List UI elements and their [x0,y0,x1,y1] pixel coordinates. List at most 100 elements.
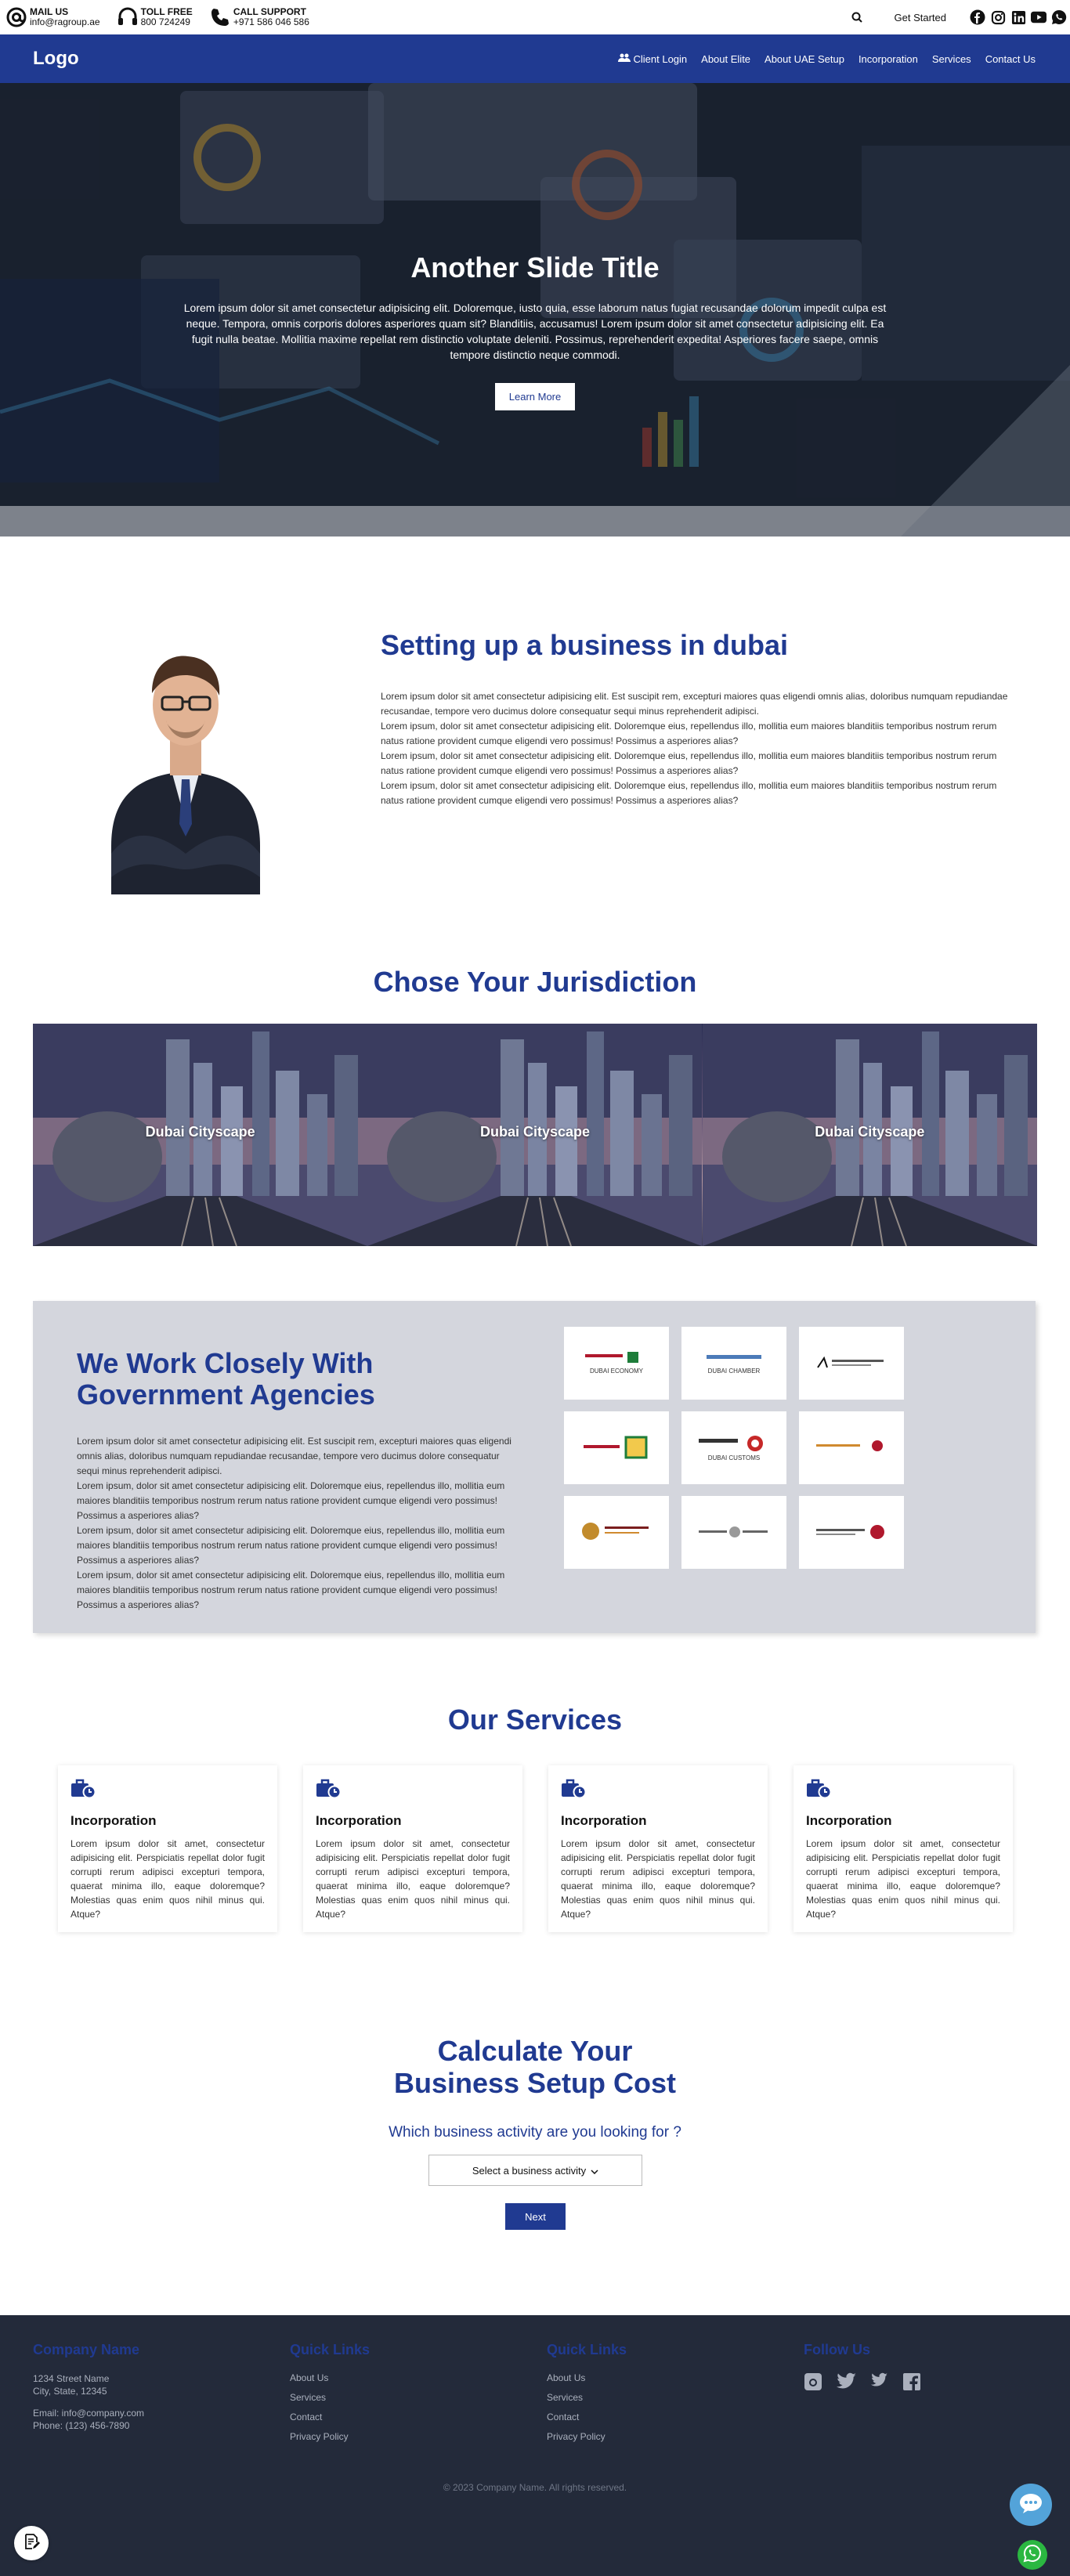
calculator-title-line1: Calculate Your [437,2035,633,2067]
service-name: Incorporation [806,1813,892,1828]
setup-paragraph: Lorem ipsum, dolor sit amet consectetur … [381,721,997,746]
users-icon [617,53,631,65]
service-card[interactable]: Incorporation Lorem ipsum dolor sit amet… [548,1765,768,1932]
footer-social-icons [804,2372,921,2395]
setup-text: Lorem ipsum dolor sit amet consectetur a… [381,689,1018,808]
phone-icon [207,4,233,31]
agency-logo [799,1496,904,1569]
government-paragraph: Lorem ipsum, dolor sit amet consectetur … [77,1570,505,1610]
jurisdiction-label: Dubai Cityscape [145,1124,255,1140]
instagram-icon[interactable] [804,2372,822,2395]
dubai-economy-logo: DUBAI ECONOMY [564,1327,669,1400]
hero-text: Lorem ipsum dolor sit amet consectetur a… [183,302,887,361]
service-description: Lorem ipsum dolor sit amet, consectetur … [806,1838,1000,1920]
linkedin-icon[interactable] [1010,9,1026,25]
whatsapp-chat-button[interactable] [1018,2540,1047,2570]
nav-incorporation[interactable]: Incorporation [859,53,918,65]
site-logo[interactable]: Logo [33,48,79,70]
agency-logo [564,1411,669,1484]
logo-caption: DUBAI CUSTOMS [707,1454,761,1461]
service-card[interactable]: Incorporation Lorem ipsum dolor sit amet… [793,1765,1013,1932]
business-activity-select[interactable]: Select a business activity [428,2155,642,2186]
instagram-icon[interactable] [990,9,1006,25]
footer-follow-heading: Follow Us [804,2342,870,2357]
next-button[interactable]: Next [505,2203,566,2230]
hero-content: Another Slide Title Lorem ipsum dolor si… [0,251,1070,410]
hero-slider: Another Slide Title Lorem ipsum dolor si… [0,83,1070,537]
jurisdiction-cards: Dubai Cityscape Dubai Cityscape Dubai Ci… [33,1024,1037,1246]
support-contact[interactable]: CALL SUPPORT +971 586 046 586 [207,4,309,31]
nav-links: Client Login About Elite About UAE Setup… [617,52,1036,65]
service-name: Incorporation [70,1813,157,1828]
footer-link-privacy-policy[interactable]: Privacy Policy [290,2431,370,2442]
agency-logo [564,1496,669,1569]
footer-quick-links-heading: Quick Links [290,2342,371,2357]
jurisdiction-card[interactable]: Dubai Cityscape [33,1024,368,1246]
document-edit-button[interactable] [14,2526,49,2560]
service-description: Lorem ipsum dolor sit amet, consectetur … [316,1838,510,1920]
nav-client-login[interactable]: Client Login [617,52,688,65]
whatsapp-icon[interactable] [1051,9,1067,25]
footer-link-contact[interactable]: Contact [290,2412,370,2422]
facebook-icon[interactable] [970,9,985,25]
logo-caption: DUBAI CHAMBER [707,1367,761,1375]
facebook-icon[interactable] [902,2372,921,2395]
main-navbar: Logo Client Login About Elite About UAE … [0,34,1070,83]
business-setup-section: Setting up a business in dubai Lorem ips… [0,537,1070,944]
footer-link-services[interactable]: Services [547,2392,627,2403]
footer-email[interactable]: Email: info@company.com [33,2407,144,2419]
nav-client-login-label: Client Login [633,52,688,65]
calculator-title: Calculate Your Business Setup Cost [0,2035,1070,2099]
chat-bubble-icon [1018,2492,1043,2518]
service-description: Lorem ipsum dolor sit amet, consectetur … [70,1838,265,1920]
footer-link-privacy-policy[interactable]: Privacy Policy [547,2431,627,2442]
jurisdiction-label: Dubai Cityscape [815,1124,925,1140]
jurisdiction-title: Chose Your Jurisdiction [373,966,697,998]
jurisdiction-card[interactable]: Dubai Cityscape [367,1024,703,1246]
mail-value: info@ragroup.ae [30,16,100,27]
footer-link-contact[interactable]: Contact [547,2412,627,2422]
tollfree-value: 800 724249 [140,16,190,27]
twitter-icon[interactable] [871,2372,888,2395]
youtube-icon[interactable] [1031,9,1047,25]
chat-widget-button[interactable] [1010,2484,1052,2526]
footer-follow-column: Follow Us [804,2342,921,2395]
service-card[interactable]: Incorporation Lorem ipsum dolor sit amet… [58,1765,277,1932]
services-title: Our Services [447,1703,623,1736]
setup-paragraph: Lorem ipsum, dolor sit amet consectetur … [381,750,997,776]
footer-link-about-us[interactable]: About Us [547,2372,627,2383]
tollfree-contact[interactable]: TOLL FREE 800 724249 [114,4,193,31]
mail-contact[interactable]: MAIL US info@ragroup.ae [3,4,100,31]
footer-company-heading: Company Name [33,2342,140,2357]
footer-address-line: 1234 Street Name [33,2373,110,2384]
search-icon[interactable] [841,12,873,23]
briefcase-icon [71,1779,96,1799]
service-card[interactable]: Incorporation Lorem ipsum dolor sit amet… [303,1765,522,1932]
footer-phone[interactable]: Phone: (123) 456-7890 [33,2419,144,2432]
get-started-link[interactable]: Get Started [895,12,946,23]
setup-paragraph: Lorem ipsum, dolor sit amet consectetur … [381,780,997,806]
briefcase-icon [562,1779,587,1799]
hero-title: Another Slide Title [410,251,660,284]
headset-icon [114,4,141,31]
services-cards: Incorporation Lorem ipsum dolor sit amet… [58,1765,1013,1932]
government-text: Lorem ipsum dolor sit amet consectetur a… [77,1434,515,1613]
twitter-icon[interactable] [837,2372,857,2395]
nav-about-uae-setup[interactable]: About UAE Setup [765,53,844,65]
jurisdiction-card[interactable]: Dubai Cityscape [702,1024,1037,1246]
agency-logo [681,1496,786,1569]
site-footer: Company Name 1234 Street Name City, Stat… [0,2315,1070,2576]
service-name: Incorporation [316,1813,402,1828]
footer-link-services[interactable]: Services [290,2392,370,2403]
learn-more-button[interactable]: Learn More [494,383,576,410]
footer-quick-links-heading: Quick Links [547,2342,627,2357]
dubai-chamber-logo: DUBAI CHAMBER [681,1327,786,1400]
setup-paragraph: Lorem ipsum dolor sit amet consectetur a… [381,691,1008,717]
nav-about-elite[interactable]: About Elite [701,53,750,65]
government-title: We Work Closely With Government Agencies [77,1347,375,1411]
footer-link-about-us[interactable]: About Us [290,2372,370,2383]
government-logo-grid: DUBAI ECONOMY DUBAI CHAMBER DUBAI CUSTOM… [564,1327,904,1569]
nav-contact-us[interactable]: Contact Us [985,53,1036,65]
calculator-question: Which business activity are you looking … [389,2124,681,2141]
nav-services[interactable]: Services [932,53,971,65]
